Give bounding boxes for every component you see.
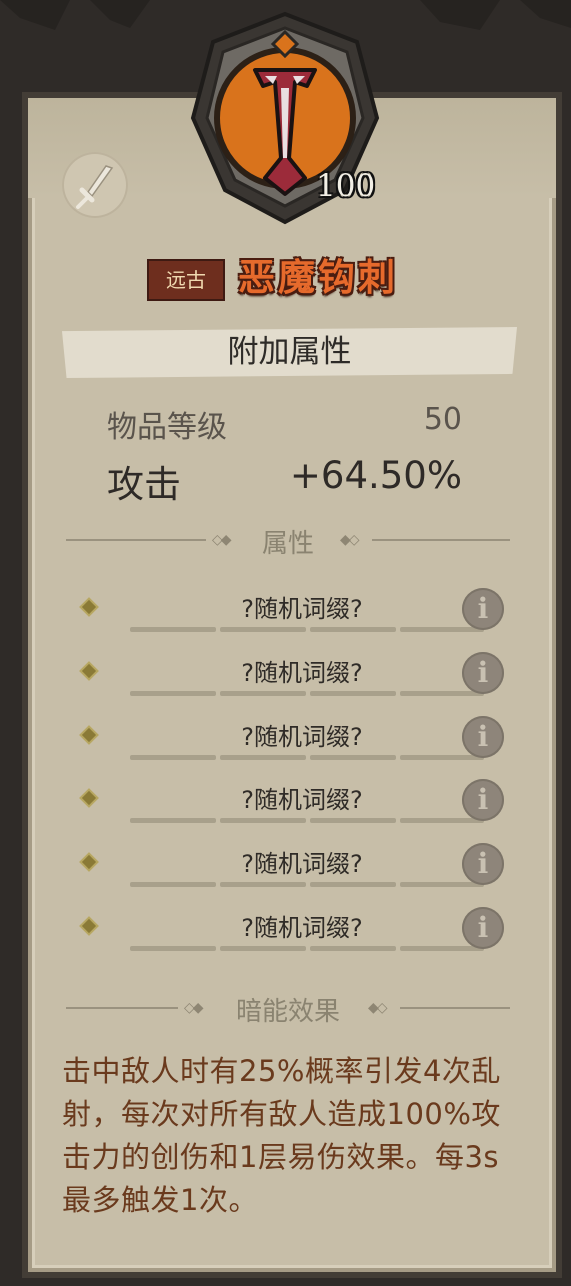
attributes-section-title: 属性 [261, 529, 314, 559]
item-level-value: 50 [423, 402, 462, 437]
extra-attributes-title: 附加属性 [227, 334, 352, 370]
attack-value: +64.50% [289, 454, 462, 497]
weapon-type-button[interactable] [62, 152, 128, 218]
dark-effect-description: 击中敌人时有25%概率引发4次乱射，每次对所有敌人造成100%攻击力的创伤和1层… [62, 1054, 501, 1217]
info-icon[interactable]: i [462, 843, 504, 885]
dark-effect-divider: ◇◆ 暗能效果 ◆◇ [66, 991, 510, 1027]
info-icon[interactable]: i [462, 652, 504, 694]
rarity-tag: 远古 [147, 259, 225, 301]
bullet-diamond-icon [81, 727, 97, 743]
attack-row: 攻击 +64.50% [107, 454, 462, 506]
info-icon[interactable]: i [462, 588, 504, 630]
affix-row: ?随机词缀? i [78, 713, 508, 773]
attributes-divider: ◇◆ 属性 ◆◇ [66, 523, 510, 559]
extra-attributes-banner: 附加属性 [62, 327, 517, 378]
bullet-diamond-icon [81, 918, 97, 934]
affix-text: ?随机词缀? [241, 595, 363, 623]
info-icon[interactable]: i [462, 907, 504, 949]
item-level-badge: 100 [316, 168, 376, 204]
affix-row: ?随机词缀? i [78, 776, 508, 836]
affix-text: ?随机词缀? [241, 723, 363, 751]
item-level-label: 物品等级 [107, 410, 227, 445]
affix-row: ?随机词缀? i [78, 904, 508, 964]
affix-text: ?随机词缀? [241, 914, 363, 942]
bullet-diamond-icon [81, 854, 97, 870]
bullet-diamond-icon [81, 790, 97, 806]
affix-text: ?随机词缀? [241, 850, 363, 878]
dark-effect-title: 暗能效果 [235, 997, 340, 1027]
bullet-diamond-icon [81, 599, 97, 615]
sword-icon [76, 165, 114, 209]
item-level-row: 物品等级 50 [107, 402, 462, 445]
affix-row: ?随机词缀? i [78, 585, 508, 645]
attack-label: 攻击 [107, 463, 181, 506]
affix-row: ?随机词缀? i [78, 840, 508, 900]
info-icon[interactable]: i [462, 716, 504, 758]
info-icon[interactable]: i [462, 779, 504, 821]
bullet-diamond-icon [81, 663, 97, 679]
affix-text: ?随机词缀? [241, 786, 363, 814]
affix-text: ?随机词缀? [241, 659, 363, 687]
affix-row: ?随机词缀? i [78, 649, 508, 709]
item-name: 恶魔钩刺 [238, 256, 398, 299]
